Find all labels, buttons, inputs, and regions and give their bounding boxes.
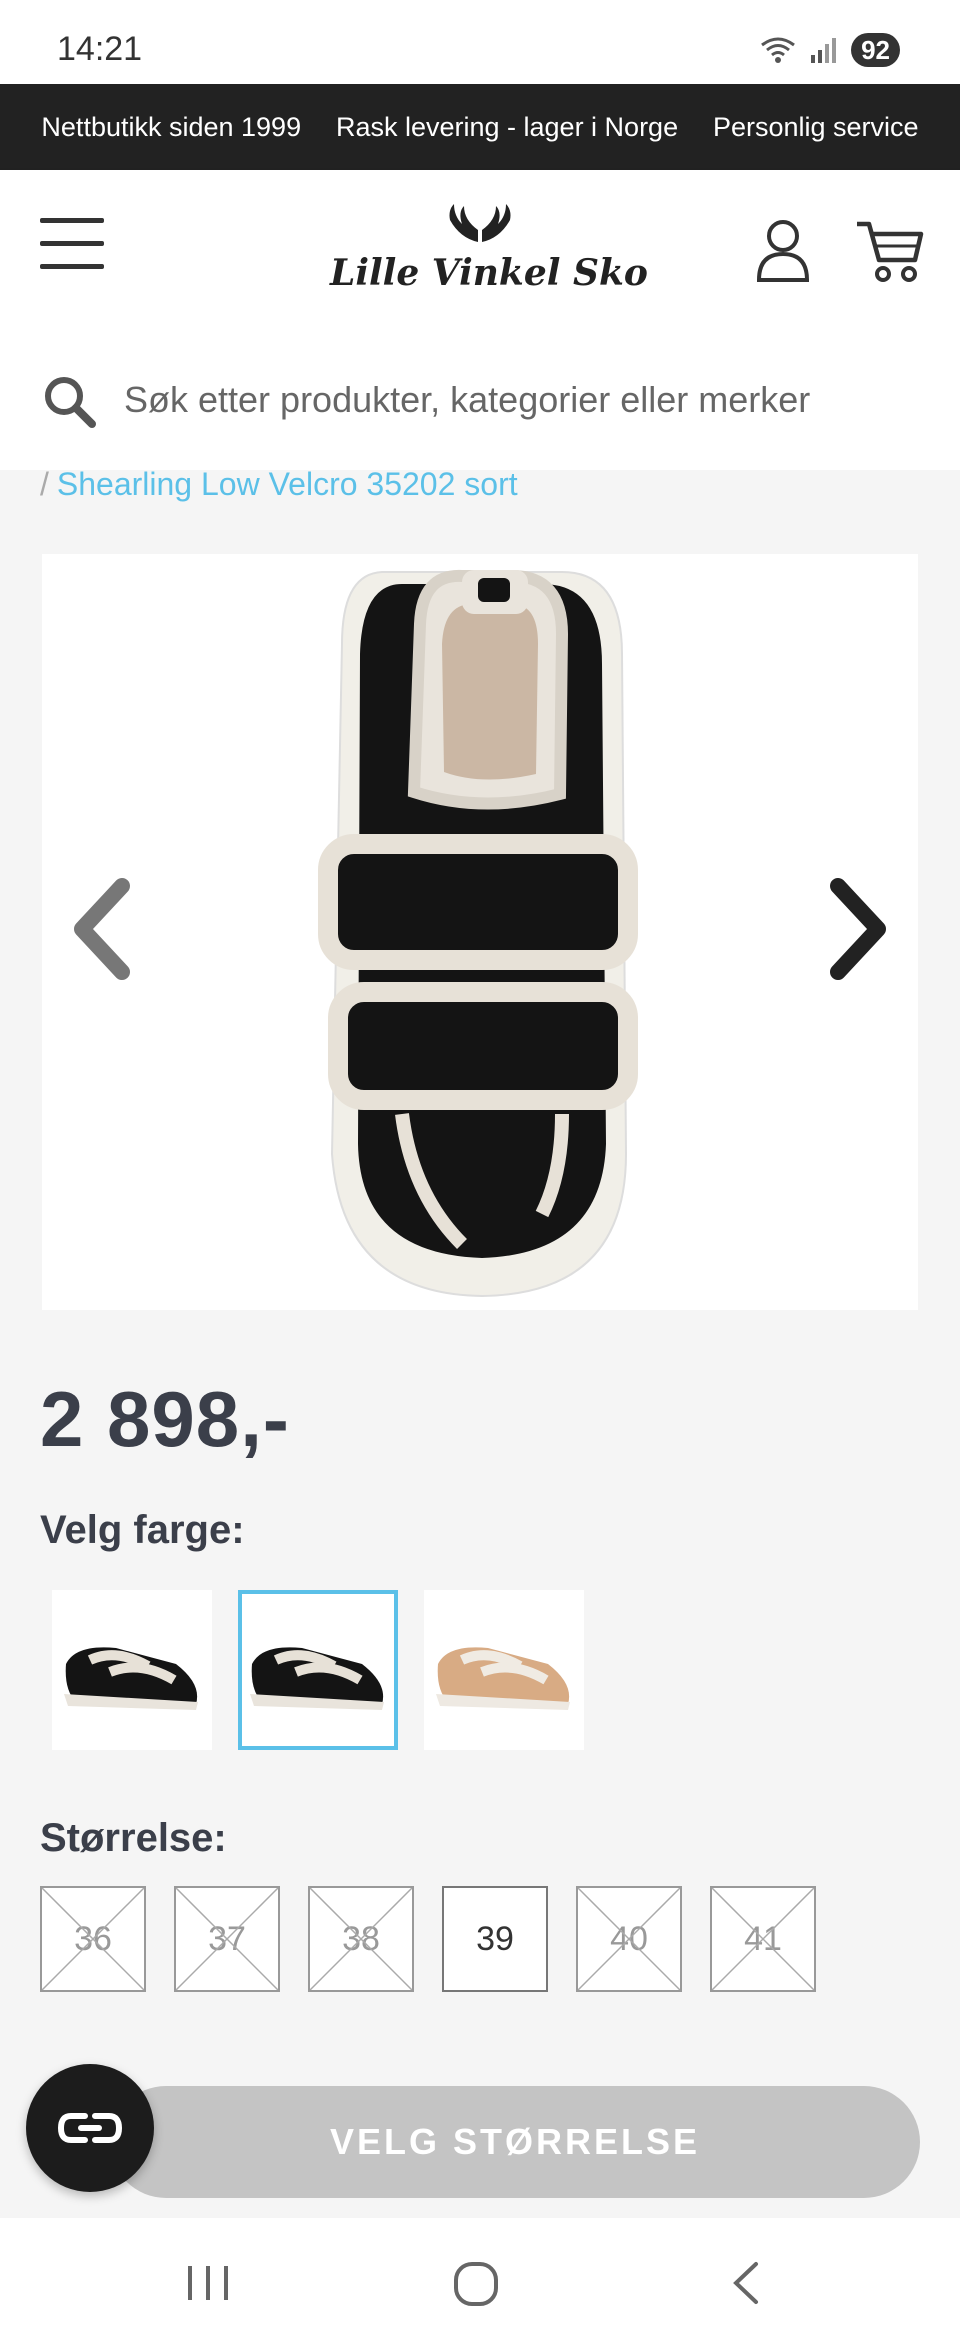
search-input[interactable] — [124, 370, 924, 430]
breadcrumb-current[interactable]: Shearling Low Velcro 35202 sort — [57, 466, 518, 502]
brand-name: Lille Vinkel Sko — [330, 252, 648, 294]
color-swatches — [52, 1590, 584, 1750]
color-swatch-black-selected[interactable] — [238, 1590, 398, 1750]
size-value: 39 — [476, 1919, 514, 1958]
breadcrumb: / Shearling Low Velcro 35202 sort — [40, 466, 518, 503]
size-options: 36 37 38 39 40 41 — [40, 1886, 816, 1992]
promo-bar: Nettbutikk siden 1999 Rask levering - la… — [0, 84, 960, 170]
size-label: Størrelse: — [40, 1816, 227, 1860]
home-icon[interactable] — [446, 2258, 506, 2308]
battery-indicator: 92 — [851, 33, 900, 67]
promo-item: Nettbutikk siden 1999 — [41, 111, 302, 142]
back-icon[interactable] — [716, 2258, 776, 2308]
size-option-unavailable[interactable]: 41 — [710, 1886, 816, 1992]
status-time: 14:21 — [57, 30, 143, 68]
wifi-icon — [761, 37, 795, 63]
chat-button[interactable] — [26, 2064, 154, 2192]
system-nav-bar — [0, 2218, 960, 2347]
promo-item: Personlig service — [712, 111, 919, 142]
product-price: 2 898,- — [40, 1375, 290, 1463]
search-icon[interactable] — [42, 374, 98, 430]
search-bar — [0, 330, 960, 470]
select-size-button[interactable]: VELG STØRRELSE — [110, 2086, 920, 2198]
breadcrumb-separator: / — [40, 466, 49, 502]
antlers-icon — [449, 204, 511, 242]
chat-icon — [57, 2113, 123, 2143]
account-icon[interactable] — [755, 218, 811, 282]
brand-logo[interactable]: Lille Vinkel Sko — [330, 200, 648, 300]
color-swatch-black[interactable] — [52, 1590, 212, 1750]
product-image — [318, 569, 638, 1298]
signal-icon — [811, 38, 837, 63]
site-header: Lille Vinkel Sko — [0, 170, 960, 330]
status-bar: 14:21 92 — [0, 0, 960, 84]
size-option-unavailable[interactable]: 38 — [308, 1886, 414, 1992]
chevron-left-icon[interactable] — [62, 874, 142, 984]
size-option-unavailable[interactable]: 36 — [40, 1886, 146, 1992]
product-image-carousel[interactable] — [42, 554, 918, 1310]
size-option-unavailable[interactable]: 40 — [576, 1886, 682, 1992]
cart-icon[interactable] — [855, 218, 925, 284]
menu-icon[interactable] — [40, 218, 104, 274]
size-option-unavailable[interactable]: 37 — [174, 1886, 280, 1992]
promo-item: Rask levering - lager i Norge — [335, 111, 679, 142]
color-swatch-tan[interactable] — [424, 1590, 584, 1750]
system-icons: 92 — [759, 30, 900, 70]
recents-icon[interactable] — [178, 2258, 238, 2308]
color-label: Velg farge: — [40, 1508, 245, 1552]
size-option-available[interactable]: 39 — [442, 1886, 548, 1992]
chevron-right-icon[interactable] — [818, 874, 898, 984]
